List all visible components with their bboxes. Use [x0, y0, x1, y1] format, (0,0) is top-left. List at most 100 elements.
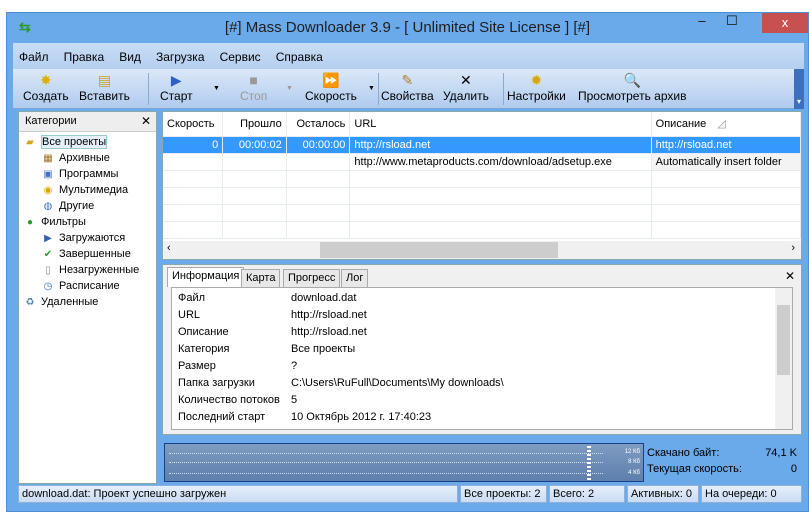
properties-button[interactable]: ✎ Свойства: [381, 71, 434, 103]
info-value: download.dat: [291, 292, 357, 304]
separator: [148, 73, 149, 105]
table-row[interactable]: 0 00:00:02 00:00:00 http://rsload.net ht…: [163, 136, 801, 154]
status-bar: download.dat: Проект успешно загружен Вс…: [18, 485, 802, 503]
menu-view[interactable]: Вид: [113, 43, 147, 64]
tab-log[interactable]: Лог: [341, 269, 369, 287]
main-window: ⇆ [#] Mass Downloader 3.9 - [ Unlimited …: [6, 12, 809, 512]
scroll-right-icon[interactable]: ›: [791, 242, 795, 254]
clock-icon: ◷: [43, 281, 53, 292]
tab-progress[interactable]: Прогресс: [283, 269, 341, 287]
label: Фильтры: [41, 216, 86, 228]
delete-button[interactable]: ✕ Удалить: [443, 71, 489, 103]
info-row: URL http://rsload.net: [172, 307, 792, 324]
speed-icon: ⏩: [322, 72, 340, 88]
minimize-button[interactable]: –: [688, 13, 716, 33]
filter-not-downloaded[interactable]: ▯ Незагруженные: [23, 262, 156, 278]
menu-service[interactable]: Сервис: [214, 43, 267, 64]
archive-button[interactable]: 🔍 Просмотреть архив: [578, 71, 686, 103]
cell-description: http://rsload.net: [651, 136, 801, 154]
status-active: Активных: 0: [627, 485, 699, 503]
folder-icon: ▰: [26, 137, 34, 148]
info-row: Категория Все проекты: [172, 341, 792, 358]
stop-dropdown-icon[interactable]: ▼: [286, 85, 293, 92]
filter-downloading[interactable]: ▶ Загружаются: [23, 230, 156, 246]
category-other[interactable]: ◍ Другие: [23, 198, 156, 214]
info-key: Размер: [178, 360, 216, 372]
category-deleted[interactable]: ♻ Удаленные: [23, 294, 156, 310]
filter-completed[interactable]: ✔ Завершенные: [23, 246, 156, 262]
table-row[interactable]: http://www.metaproducts.com/download/ads…: [163, 153, 801, 171]
info-value: C:\Users\RuFull\Documents\My downloads\: [291, 377, 504, 389]
downloads-table: Скорость Прошло Осталось URL Описание ◿ …: [162, 111, 802, 260]
col-elapsed[interactable]: Прошло: [222, 112, 287, 137]
document-icon: ▯: [45, 265, 51, 276]
cell-remaining: [286, 153, 351, 171]
tab-info[interactable]: Информация: [167, 267, 245, 287]
other-icon: ◍: [43, 201, 53, 212]
paste-label: Вставить: [79, 89, 130, 103]
cell-remaining: 00:00:00: [286, 136, 351, 154]
info-row: Папка загрузки C:\Users\RuFull\Documents\…: [172, 375, 792, 392]
info-key: Описание: [178, 326, 229, 338]
menu-help[interactable]: Справка: [270, 43, 329, 64]
create-button[interactable]: ✸ Создать: [23, 71, 69, 103]
label: Завершенные: [59, 248, 131, 260]
label: Удаленные: [41, 296, 99, 308]
archive-label: Просмотреть архив: [578, 89, 687, 103]
start-dropdown-icon[interactable]: ▼: [213, 85, 220, 92]
menu-download[interactable]: Загрузка: [150, 43, 211, 64]
settings-button[interactable]: ✹ Настройки: [507, 71, 566, 103]
status-message: download.dat: Проект успешно загружен: [18, 485, 458, 503]
archive-icon: ▦: [43, 153, 53, 164]
scroll-left-icon[interactable]: ‹: [167, 242, 171, 254]
play-icon: ▶: [170, 72, 182, 88]
stop-button[interactable]: ■ Стоп: [240, 71, 267, 103]
properties-icon: ✎: [401, 72, 414, 88]
info-key: Файл: [178, 292, 206, 304]
category-programs[interactable]: ▣ Программы: [23, 166, 156, 182]
category-filters[interactable]: ● Фильтры: [23, 214, 156, 230]
maximize-button[interactable]: ☐: [718, 13, 746, 33]
speed-button[interactable]: ⏩ Скорость: [305, 71, 357, 103]
graph-label: 4 Кб: [628, 470, 640, 476]
info-row: Размер?: [172, 358, 792, 375]
scrollbar-thumb[interactable]: [777, 305, 790, 375]
col-speed[interactable]: Скорость: [163, 112, 224, 137]
category-archive[interactable]: ▦ Архивные: [23, 150, 156, 166]
status-queue-label: На очереди: 0: [705, 488, 777, 500]
tab-map[interactable]: Карта: [241, 269, 281, 287]
col-remaining[interactable]: Осталось: [286, 112, 351, 137]
vertical-scrollbar[interactable]: [775, 288, 792, 429]
toolbar-overflow-button[interactable]: ▾: [794, 69, 804, 109]
categories-title: Категории: [25, 115, 77, 127]
col-url[interactable]: URL: [349, 112, 652, 137]
close-button[interactable]: x: [762, 13, 808, 33]
delete-label: Удалить: [443, 89, 489, 103]
menu-file[interactable]: Файл: [13, 43, 55, 64]
speed-bar: [587, 446, 591, 480]
label: Расписание: [59, 280, 120, 292]
cell-url: http://rsload.net: [349, 136, 652, 154]
info-key: Количество потоков: [178, 394, 280, 406]
grid-line: [169, 473, 603, 474]
completed-icon: ✔: [43, 249, 53, 260]
category-multimedia[interactable]: ◉ Мультимедиа: [23, 182, 156, 198]
menu-edit[interactable]: Правка: [58, 43, 111, 64]
speed-value: 0: [790, 463, 797, 475]
categories-header: Категории ✕: [19, 112, 156, 132]
filter-schedule[interactable]: ◷ Расписание: [23, 278, 156, 294]
categories-panel: Категории ✕ ▰ Все проекты ▦ Архивные ▣ Прогр…: [18, 111, 157, 484]
col-description[interactable]: Описание ◿: [651, 112, 801, 137]
speed-dropdown-icon[interactable]: ▼: [368, 85, 375, 92]
horizontal-scrollbar[interactable]: ‹ ›: [163, 241, 801, 259]
scrollbar-thumb[interactable]: [320, 242, 558, 258]
category-all[interactable]: ▰ Все проекты: [23, 134, 156, 150]
close-info-icon[interactable]: ✕: [785, 269, 795, 283]
paste-icon: ▤: [97, 72, 112, 88]
paste-button[interactable]: ▤ Вставить: [79, 71, 130, 103]
close-categories-icon[interactable]: ✕: [141, 114, 151, 128]
cell-speed: [163, 153, 224, 171]
start-button[interactable]: ▶ Старт: [160, 71, 193, 103]
label: Мультимедиа: [59, 184, 129, 196]
info-value: ?: [291, 360, 298, 372]
